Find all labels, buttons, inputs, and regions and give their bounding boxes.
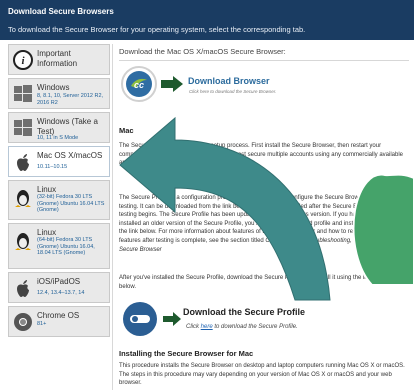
curved-arrow-icon	[119, 116, 331, 301]
overlay-graphics	[119, 116, 414, 301]
apple-logo-icon	[352, 173, 414, 286]
